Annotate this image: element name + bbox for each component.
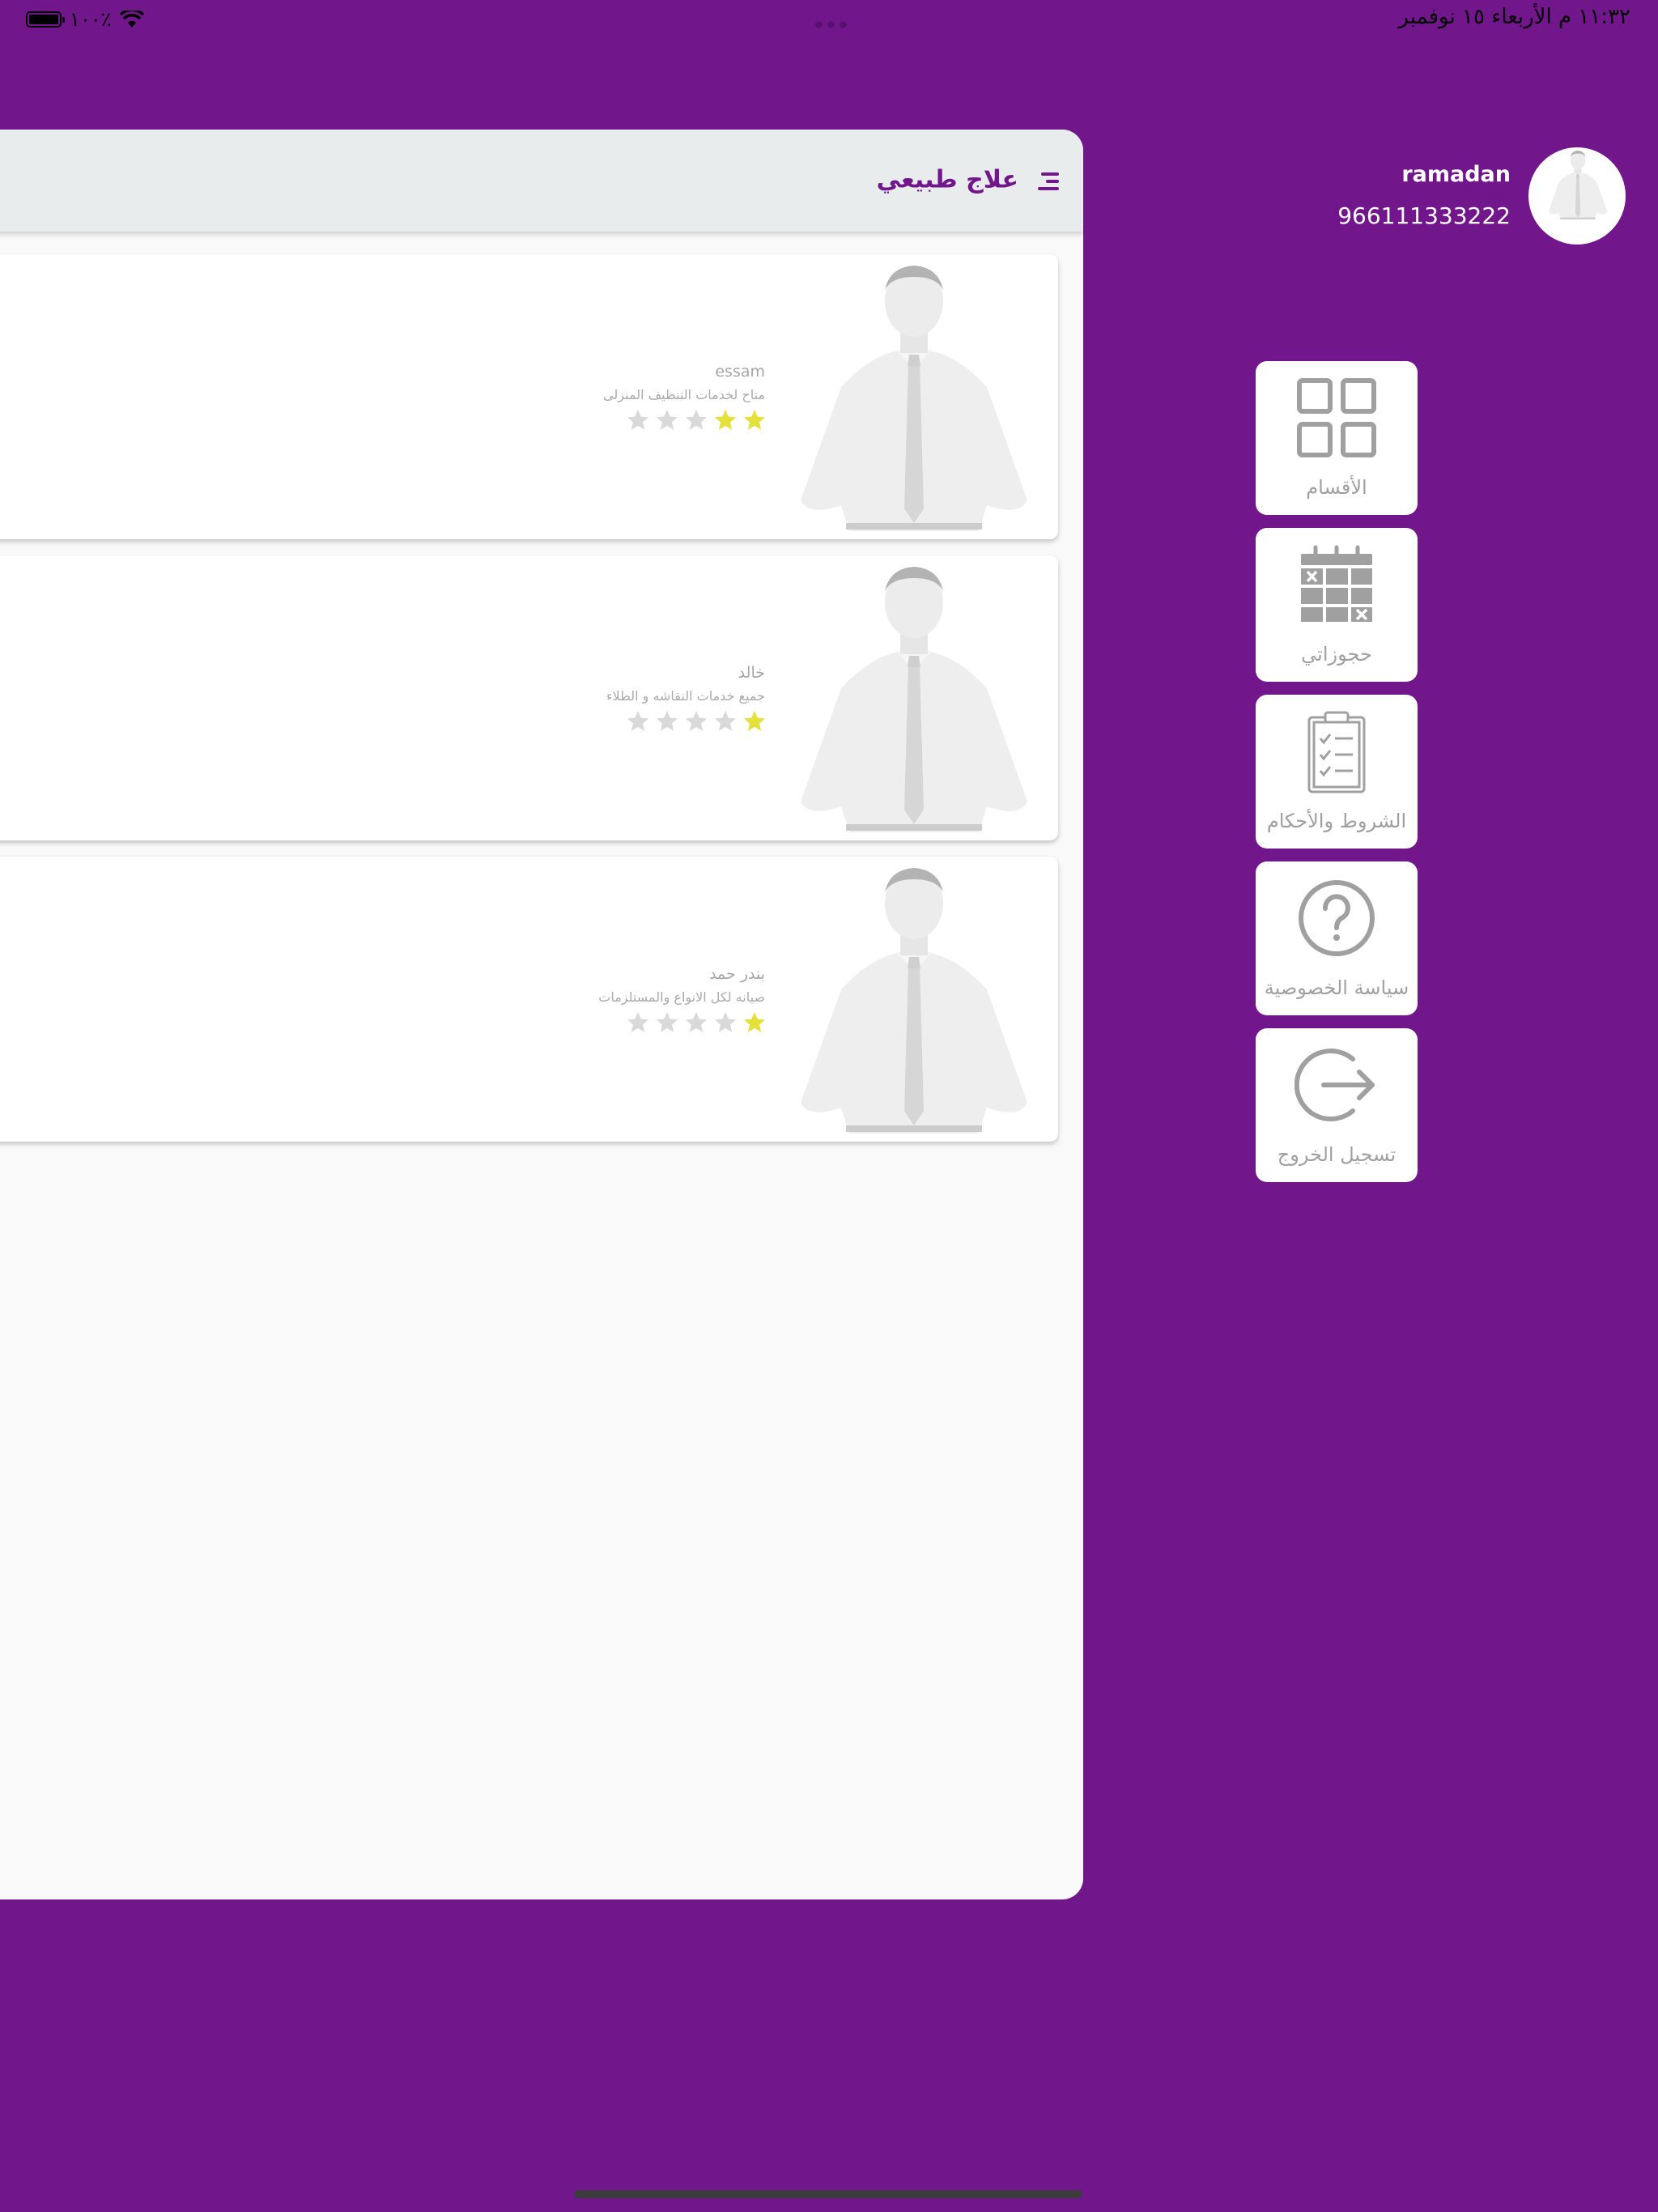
menu-label: سياسة الخصوصية	[1264, 976, 1409, 999]
star-filled-icon	[744, 711, 765, 731]
user-avatar[interactable]	[1528, 147, 1626, 245]
menu-tile-sections[interactable]: الأقسام	[1256, 361, 1418, 515]
multitask-dots[interactable]	[813, 16, 849, 32]
provider-name: خالد	[738, 664, 765, 682]
menu-label: تسجيل الخروج	[1277, 1143, 1397, 1166]
menu-icon[interactable]	[1038, 168, 1059, 194]
person-photo	[801, 266, 1027, 531]
menu-tile-privacy[interactable]: سياسة الخصوصية	[1256, 861, 1418, 1015]
star-empty-icon	[627, 410, 648, 430]
logout-icon	[1295, 1049, 1375, 1121]
user-phone: 966111333222	[1337, 202, 1511, 229]
star-empty-icon	[715, 711, 736, 731]
rating-stars	[626, 408, 767, 432]
calendar-icon	[1301, 545, 1372, 622]
star-empty-icon	[657, 1012, 678, 1032]
panel-header: علاج طبيعي	[0, 130, 1083, 232]
grid-icon	[1297, 378, 1376, 457]
provider-card[interactable]: بندر حمد صيانه لكل الانواع والمستلزمات	[0, 857, 1058, 1142]
rating-stars	[626, 709, 767, 734]
star-empty-icon	[686, 1012, 707, 1032]
provider-description: صيانه لكل الانواع والمستلزمات	[598, 989, 765, 1005]
page-title: علاج طبيعي	[876, 165, 1018, 194]
star-empty-icon	[627, 711, 648, 731]
battery-percent: ١٠٠٪	[70, 8, 112, 31]
star-filled-icon	[715, 410, 736, 430]
battery-status: ١٠٠٪	[26, 8, 144, 31]
status-bar: ١٠٠٪ ١١:٣٢ م الأربعاء ١٥ نوفمبر	[0, 0, 1658, 39]
star-empty-icon	[657, 410, 678, 430]
menu-tile-logout[interactable]: تسجيل الخروج	[1256, 1028, 1418, 1182]
user-name: ramadan	[1401, 162, 1511, 187]
rating-stars	[626, 1010, 767, 1035]
star-empty-icon	[627, 1012, 648, 1032]
main-panel: علاج طبيعي essam متاح لخدمات التنظيف الم…	[0, 130, 1083, 1899]
home-indicator[interactable]	[574, 2190, 1082, 2198]
question-icon	[1299, 880, 1375, 956]
provider-name: essam	[715, 363, 765, 381]
status-time-date: ١١:٣٢ م الأربعاء ١٥ نوفمبر	[1398, 5, 1630, 29]
star-filled-icon	[744, 410, 765, 430]
provider-name: بندر حمد	[709, 965, 765, 983]
menu-label: الشروط والأحكام	[1266, 810, 1407, 832]
person-photo	[801, 868, 1027, 1134]
provider-card[interactable]: essam متاح لخدمات التنظيف المنزلى	[0, 254, 1058, 539]
menu-label: الأقسام	[1306, 476, 1367, 499]
menu-label: حجوزاتي	[1301, 643, 1372, 666]
wifi-icon	[119, 11, 144, 28]
provider-description: متاح لخدمات التنظيف المنزلى	[603, 387, 765, 402]
person-photo	[801, 567, 1027, 832]
star-empty-icon	[686, 711, 707, 731]
star-filled-icon	[744, 1012, 765, 1032]
provider-description: جميع خدمات النقاشه و الطلاء	[606, 688, 765, 704]
avatar-person-icon	[1548, 151, 1608, 220]
menu-tile-terms[interactable]: الشروط والأحكام	[1256, 695, 1418, 849]
star-empty-icon	[657, 711, 678, 731]
clipboard-icon	[1307, 711, 1366, 793]
menu-tile-bookings[interactable]: حجوزاتي	[1256, 528, 1418, 682]
battery-icon	[26, 11, 65, 28]
star-empty-icon	[686, 410, 707, 430]
provider-card[interactable]: خالد جميع خدمات النقاشه و الطلاء	[0, 555, 1058, 840]
star-empty-icon	[715, 1012, 736, 1032]
